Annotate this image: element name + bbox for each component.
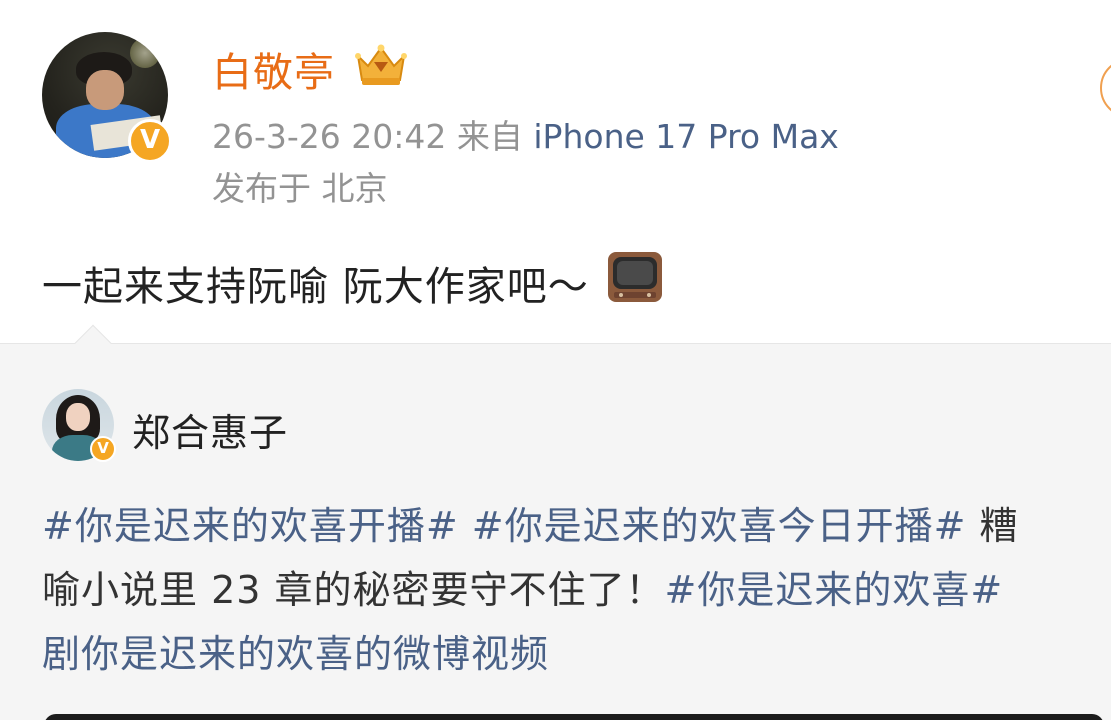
post-meta: 26-3-26 20:42 来自 iPhone 17 Pro Max <box>212 110 839 158</box>
follow-button[interactable] <box>1100 58 1111 118</box>
video-card-top[interactable] <box>44 714 1104 720</box>
hashtag-link[interactable]: #你是迟来的欢喜# <box>665 568 1004 612</box>
repost-line: 剧你是迟来的欢喜的微博视频 <box>42 622 1111 686</box>
post-text: 一起来支持阮喻 阮大作家吧～ <box>42 264 589 310</box>
repost-body: #你是迟来的欢喜开播# #你是迟来的欢喜今日开播# 糟 喻小说里 23 章的秘密… <box>42 494 1111 686</box>
repost-text-fragment: 糟 <box>966 504 1019 548</box>
video-link[interactable]: 剧你是迟来的欢喜的微博视频 <box>42 632 549 676</box>
post-time: 26-3-26 20:42 <box>212 117 447 156</box>
separator <box>459 504 472 548</box>
repost-text-fragment: 喻小说里 23 章的秘密要守不住了！ <box>42 568 665 612</box>
repost-line: 喻小说里 23 章的秘密要守不住了！#你是迟来的欢喜# <box>42 558 1111 622</box>
repost-card[interactable]: V 郑合惠子 #你是迟来的欢喜开播# #你是迟来的欢喜今日开播# 糟 喻小说里 … <box>0 343 1111 720</box>
television-icon <box>608 252 663 302</box>
device-link[interactable]: iPhone 17 Pro Max <box>533 117 838 156</box>
hashtag-link[interactable]: #你是迟来的欢喜开播# <box>42 504 459 548</box>
post-location: 发布于 北京 <box>212 169 388 208</box>
post-body: 一起来支持阮喻 阮大作家吧～ <box>42 248 664 312</box>
crown-member-icon[interactable] <box>352 42 410 88</box>
author-name[interactable]: 白敬亭 <box>212 40 335 98</box>
repost-author-name[interactable]: 郑合惠子 <box>132 402 288 457</box>
verified-badge-icon: V <box>128 119 172 163</box>
source-prefix: 来自 <box>456 117 523 156</box>
hashtag-link[interactable]: #你是迟来的欢喜今日开播# <box>472 504 967 548</box>
repost-verified-badge-icon: V <box>90 436 116 462</box>
repost-line: #你是迟来的欢喜开播# #你是迟来的欢喜今日开播# 糟 <box>42 494 1111 558</box>
weibo-post: V 白敬亭 26-3-26 20:42 来自 iPhone 17 Pro Max… <box>0 0 1111 343</box>
